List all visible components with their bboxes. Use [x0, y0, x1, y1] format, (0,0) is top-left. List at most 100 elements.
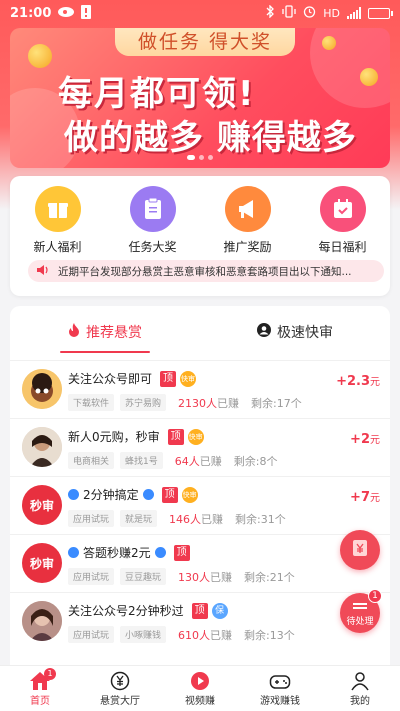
task-tag: 下载软件 — [68, 394, 115, 411]
task-tag: 苏宁易购 — [120, 394, 167, 411]
task-row[interactable]: 新人0元购，秒审 顶 快审 电商相关 蜂找1号 64人已赚 剩余:8个 +2元 — [10, 418, 390, 476]
task-title: 答题秒赚2元 — [83, 546, 151, 560]
reward-amount: +2元 — [350, 432, 380, 447]
avatar: 秒审 — [22, 485, 62, 525]
task-tag: 蜂找1号 — [120, 452, 163, 469]
earned-count: 130人 — [178, 570, 211, 584]
vibrate-icon — [282, 5, 296, 21]
list-icon — [353, 598, 367, 617]
menu-item-daily[interactable]: 每日福利 — [303, 186, 383, 255]
bluetooth-icon — [266, 4, 275, 21]
calendar-check-icon — [319, 186, 366, 232]
weibo-icon — [57, 6, 75, 21]
coin-decoration — [360, 68, 378, 86]
task-row[interactable]: 秒审 2分钟搞定 顶 快审 应用试玩 就是玩 146人已赚 剩余:31个 +7元 — [10, 476, 390, 534]
task-row[interactable]: 关注公众号即可 顶 快审 下载软件 苏宁易购 2130人已赚 剩余:17个 +2… — [10, 360, 390, 418]
clipboard-icon — [129, 186, 176, 232]
megaphone-icon — [224, 186, 271, 232]
earned-count: 610人 — [178, 628, 211, 642]
top-badge: 顶 — [167, 428, 184, 445]
play-icon — [190, 670, 210, 692]
task-tag: 就是玩 — [120, 510, 158, 527]
status-bar: 21:00 HD — [0, 0, 400, 26]
task-title: 新人0元购，秒审 — [68, 430, 160, 444]
alarm-icon — [303, 5, 316, 21]
task-tag: 电商相关 — [68, 452, 115, 469]
dot-icon — [68, 547, 79, 558]
gift-icon — [34, 186, 81, 232]
nav-profile[interactable]: 我的 — [320, 666, 400, 711]
task-tag: 应用试玩 — [68, 568, 115, 585]
menu-item-promotion[interactable]: 推广奖励 — [208, 186, 288, 255]
carousel-dots — [187, 155, 213, 160]
task-list-card: 推荐悬赏 极速快审 关注公众号即可 顶 快审 下载软件 苏宁易购 2130人已赚… — [10, 306, 390, 666]
top-badge: 顶 — [191, 602, 208, 619]
task-tag: 应用试玩 — [68, 626, 115, 643]
earned-count: 2130人 — [178, 396, 218, 410]
banner-top-text: 做任务 得大奖 — [115, 28, 295, 56]
task-tag: 豆豆趣玩 — [120, 568, 167, 585]
avatar — [22, 601, 62, 641]
avatar — [22, 369, 62, 409]
guarantee-badge: 保 — [211, 602, 228, 619]
gamepad-icon — [269, 670, 291, 692]
fast-review-badge: 快审 — [181, 486, 198, 503]
notice-text: 近期平台发现部分悬赏主恶意审核和恶意套路项目出以下通知... — [58, 265, 352, 278]
network-type: HD — [323, 6, 340, 20]
top-badge: 顶 — [160, 370, 177, 387]
red-packet-button[interactable] — [340, 530, 380, 570]
earned-count: 64人 — [174, 454, 200, 468]
task-row[interactable]: 关注公众号2分钟秒过 顶 保 应用试玩 小啄赚钱 610人已赚 剩余:13个 — [10, 592, 390, 650]
nav-reward-hall[interactable]: 悬赏大厅 — [80, 666, 160, 711]
task-tabs: 推荐悬赏 极速快审 — [10, 306, 390, 358]
task-row[interactable]: 秒审 答题秒赚2元 顶 应用试玩 豆豆趣玩 130人已赚 剩余:21个 — [10, 534, 390, 592]
fast-review-badge: 快审 — [180, 370, 197, 387]
coin-decoration — [28, 44, 52, 68]
reward-amount: +7元 — [350, 490, 380, 505]
remaining-count: 剩余:8个 — [233, 454, 278, 468]
notice-bar[interactable]: 近期平台发现部分悬赏主恶意审核和恶意套路项目出以下通知... — [28, 260, 384, 282]
bottom-nav: 首页 1 悬赏大厅 视频赚 游戏赚钱 我的 — [0, 665, 400, 711]
task-title: 关注公众号即可 — [68, 372, 153, 386]
top-badge: 顶 — [161, 486, 178, 503]
status-time: 21:00 — [10, 5, 52, 21]
tab-recommended[interactable]: 推荐悬赏 — [10, 306, 200, 358]
flame-icon — [68, 323, 80, 341]
remaining-count: 剩余:31个 — [235, 512, 286, 526]
dot-icon — [68, 489, 79, 500]
alert-icon — [81, 4, 92, 22]
top-badge: 顶 — [173, 544, 190, 561]
task-tag: 小啄赚钱 — [120, 626, 167, 643]
pending-button[interactable]: 待处理 1 — [340, 589, 382, 633]
menu-item-task-prize[interactable]: 任务大奖 — [113, 186, 193, 255]
nav-home[interactable]: 首页 1 — [0, 666, 80, 711]
dot-icon — [142, 489, 154, 500]
quick-menu: 新人福利 任务大奖 推广奖励 每日福利 近期平台发现部分悬赏主恶意审核和恶意套路… — [10, 176, 390, 296]
menu-item-newbie[interactable]: 新人福利 — [18, 186, 98, 255]
coin-decoration — [322, 36, 336, 50]
user-icon — [350, 670, 370, 692]
pending-count-badge: 1 — [368, 589, 382, 603]
promo-banner[interactable]: 做任务 得大奖 每月都可领! 做的越多 赚得越多 — [10, 28, 390, 168]
task-title: 2分钟搞定 — [83, 488, 139, 502]
remaining-count: 剩余:17个 — [251, 396, 302, 410]
signal-icon — [347, 7, 361, 19]
dot-icon — [154, 547, 166, 558]
nav-video[interactable]: 视频赚 — [160, 666, 240, 711]
remaining-count: 剩余:21个 — [244, 570, 295, 584]
earned-count: 146人 — [169, 512, 202, 526]
user-circle-icon — [257, 323, 271, 341]
tab-fast-review[interactable]: 极速快审 — [200, 306, 390, 358]
nav-games[interactable]: 游戏赚钱 — [240, 666, 320, 711]
nav-badge: 1 — [44, 668, 56, 680]
avatar — [22, 427, 62, 467]
pending-label: 待处理 — [346, 617, 374, 627]
fast-review-badge: 快审 — [187, 428, 204, 445]
avatar: 秒审 — [22, 543, 62, 583]
task-tag: 应用试玩 — [68, 510, 115, 527]
yuan-coin-icon — [110, 670, 130, 692]
banner-headline: 每月都可领! — [58, 74, 256, 114]
reward-amount: +2.3元 — [336, 374, 380, 389]
yuan-icon — [351, 539, 369, 561]
battery-icon — [368, 7, 393, 19]
